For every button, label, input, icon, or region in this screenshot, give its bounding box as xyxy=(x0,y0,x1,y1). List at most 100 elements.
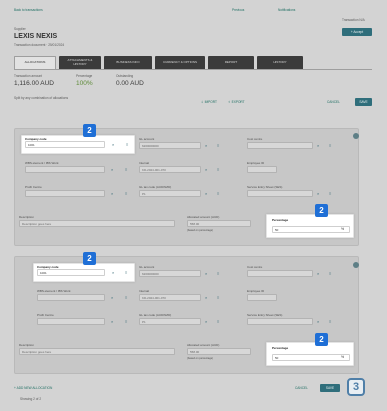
allocated-amount-input[interactable]: 558.00 xyxy=(187,220,251,227)
search-icon[interactable]: ⌕ xyxy=(205,319,207,324)
list-icon[interactable]: ≡ xyxy=(329,143,331,148)
gl-account-input[interactable]: 6200000000 xyxy=(139,270,201,277)
employee-id-input[interactable] xyxy=(247,294,277,301)
previous-link[interactable]: Previous xyxy=(232,8,244,12)
accept-button[interactable]: + Accept xyxy=(342,28,372,36)
search-icon[interactable]: ⌕ xyxy=(317,319,319,324)
list-icon[interactable]: ≡ xyxy=(217,167,219,172)
search-icon[interactable]: ⌕ xyxy=(317,271,319,276)
list-icon[interactable]: ≡ xyxy=(125,167,127,172)
cancel-link[interactable]: CANCEL xyxy=(327,100,340,104)
profit-centre-label: Profit Centre xyxy=(37,313,54,317)
wbs-label: WBS element / IBS Work xyxy=(37,289,71,293)
cost-centre-field: Cost centre ⌕ ≡ xyxy=(247,137,347,151)
profit-centre-input[interactable] xyxy=(25,190,105,197)
add-new-allocation-link[interactable]: + ADD NEW ALLOCATION xyxy=(14,386,52,390)
description-input[interactable]: Description goes here xyxy=(19,348,175,355)
description-field: Description Description goes here xyxy=(19,215,179,229)
cancel-link-bottom[interactable]: CANCEL xyxy=(295,386,308,390)
search-icon[interactable]: ⌕ xyxy=(317,191,319,196)
allocated-amount-field: Allocated amount (AUD) 558.00 (based on … xyxy=(187,343,267,365)
internal-input[interactable]: KD-2024-001-070 xyxy=(139,166,201,173)
allocated-amount-label: Allocated amount (AUD) xyxy=(187,215,220,219)
tab-currency[interactable]: CURRENCY & OPTIONS xyxy=(155,56,205,69)
allocated-amount-field: Allocated amount (AUD) 558.00 (based on … xyxy=(187,215,267,237)
tax-code-input[interactable]: P1 xyxy=(139,190,201,197)
search-icon[interactable]: ⌕ xyxy=(205,271,207,276)
list-icon[interactable]: ≡ xyxy=(125,191,127,196)
back-to-transactions-link[interactable]: Back to transactions xyxy=(14,8,43,12)
page-subtitle: Transaction document · 25/01/2024 xyxy=(14,43,65,47)
search-icon[interactable]: ⌕ xyxy=(111,191,113,196)
search-icon[interactable]: ⌕ xyxy=(205,167,207,172)
list-icon[interactable]: ≡ xyxy=(217,319,219,324)
wbs-label: WBS element / IBS Work xyxy=(25,161,59,165)
company-code-input[interactable]: 1001 xyxy=(25,141,105,148)
list-icon[interactable]: ≡ xyxy=(329,319,331,324)
description-input[interactable]: Description goes here xyxy=(19,220,175,227)
list-icon[interactable]: ≡ xyxy=(329,271,331,276)
cost-centre-input[interactable] xyxy=(247,142,313,149)
percentage-value: 100% xyxy=(76,80,93,87)
tax-code-input[interactable]: P1 xyxy=(139,318,201,325)
percentage-field-label: Percentage xyxy=(272,346,289,350)
search-icon[interactable]: ⌕ xyxy=(112,142,114,147)
profit-centre-input[interactable] xyxy=(37,318,105,325)
profit-centre-label: Profit Centre xyxy=(25,185,42,189)
tax-code-label: GL tax code (AUD/NZD) xyxy=(139,313,172,317)
list-icon[interactable]: ≡ xyxy=(217,143,219,148)
import-link[interactable]: ⇩ IMPORT xyxy=(201,100,217,104)
search-icon[interactable]: ⌕ xyxy=(111,295,113,300)
service-entry-input[interactable] xyxy=(247,318,313,325)
wbs-input[interactable] xyxy=(37,294,105,301)
list-icon[interactable]: ≡ xyxy=(125,270,127,275)
percentage-input[interactable]: 50 xyxy=(272,226,350,233)
internal-field: Internal KD-2024-001-070 ⌕ ≡ xyxy=(139,161,234,175)
export-link[interactable]: ⇧ EXPORT xyxy=(228,100,245,104)
tab-report[interactable]: REPORT xyxy=(208,56,254,69)
search-icon[interactable]: ⌕ xyxy=(205,191,207,196)
search-icon[interactable]: ⌕ xyxy=(205,143,207,148)
tab-history[interactable]: HISTORY xyxy=(257,56,303,69)
wbs-field: WBS element / IBS Work ⌕ ≡ xyxy=(25,161,135,175)
internal-input[interactable]: KD-2024-001-070 xyxy=(139,294,201,301)
remove-allocation-icon[interactable] xyxy=(353,133,359,139)
gl-account-field: GL account 6200000000 ⌕ ≡ xyxy=(139,265,234,279)
tab-attachments[interactable]: ATTACHMENTS & HISTORY xyxy=(59,56,101,69)
allocated-amount-input[interactable]: 558.00 xyxy=(187,348,251,355)
search-icon[interactable]: ⌕ xyxy=(111,167,113,172)
list-icon[interactable]: ≡ xyxy=(126,142,128,147)
list-icon[interactable]: ≡ xyxy=(125,319,127,324)
employee-id-field: Employee ID xyxy=(247,161,347,175)
notifications-link[interactable]: Notifications xyxy=(278,8,295,12)
list-icon[interactable]: ≡ xyxy=(217,271,219,276)
gl-account-input[interactable]: 6200000000 xyxy=(139,142,201,149)
list-icon[interactable]: ≡ xyxy=(217,191,219,196)
search-icon[interactable]: ⌕ xyxy=(112,270,114,275)
tab-business-info[interactable]: BUSINESS INFO xyxy=(104,56,152,69)
employee-id-input[interactable] xyxy=(247,166,277,173)
internal-label: Internal xyxy=(139,289,150,293)
percentage-field-highlight: Percentage 50 % xyxy=(266,214,354,238)
cost-centre-input[interactable] xyxy=(247,270,313,277)
cost-centre-field: Cost centre ⌕ ≡ xyxy=(247,265,347,279)
allocated-amount-hint: (based on percentage) xyxy=(187,357,214,360)
wbs-input[interactable] xyxy=(25,166,105,173)
supplier-caption: Supplier xyxy=(14,27,26,31)
save-button-bottom[interactable]: SAVE xyxy=(320,384,340,392)
search-icon[interactable]: ⌕ xyxy=(111,319,113,324)
tab-allocations[interactable]: ALLOCATIONS xyxy=(14,56,56,69)
transaction-label: Transaction N/A xyxy=(342,18,365,22)
list-icon[interactable]: ≡ xyxy=(125,295,127,300)
list-icon[interactable]: ≡ xyxy=(329,191,331,196)
percent-icon: % xyxy=(341,227,345,231)
search-icon[interactable]: ⌕ xyxy=(317,143,319,148)
list-icon[interactable]: ≡ xyxy=(217,295,219,300)
remove-allocation-icon[interactable] xyxy=(353,262,359,268)
company-code-input[interactable]: 1001 xyxy=(37,269,105,276)
profit-centre-field: Profit Centre ⌕ ≡ xyxy=(37,313,135,327)
save-button-top[interactable]: SAVE xyxy=(355,98,372,106)
service-entry-input[interactable] xyxy=(247,190,313,197)
percentage-input[interactable]: 50 xyxy=(272,354,350,361)
search-icon[interactable]: ⌕ xyxy=(205,295,207,300)
